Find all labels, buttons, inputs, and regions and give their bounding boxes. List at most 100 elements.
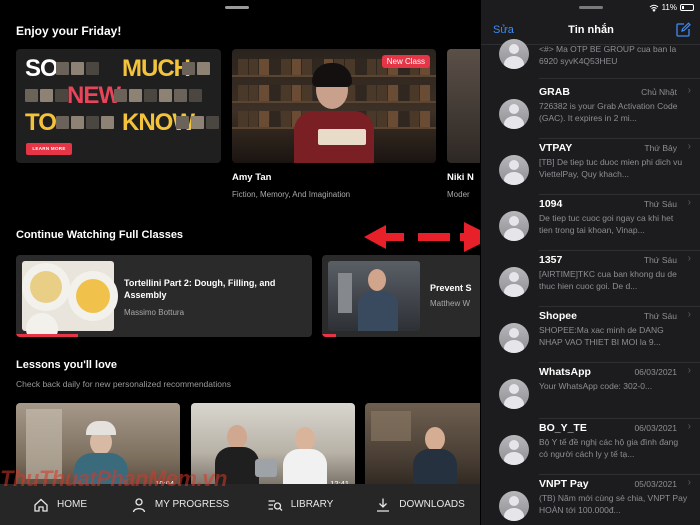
tab-library[interactable]: LIBRARY — [240, 484, 360, 525]
continue-thumbnail — [22, 261, 118, 337]
message-preview: SHOPEE:Ma xac minh de DANG NHAP VAO THIE… — [539, 325, 664, 347]
chevron-right-icon: › — [687, 365, 691, 376]
chevron-right-icon: › — [687, 309, 691, 320]
avatar — [499, 491, 529, 521]
wifi-icon — [649, 4, 658, 12]
continue-title: Prevent S — [430, 283, 472, 293]
message-time: 06/03/2021 — [634, 423, 677, 433]
lesson-card[interactable]: 10:04 — [16, 403, 180, 493]
avatar — [499, 211, 529, 241]
chevron-right-icon: › — [687, 421, 691, 432]
chevron-right-icon: › — [687, 141, 691, 152]
tab-my-progress[interactable]: MY PROGRESS — [120, 484, 240, 525]
lesson-card[interactable] — [365, 403, 480, 493]
message-item[interactable]: Shopee Thứ Sáu › SHOPEE:Ma xac minh de D… — [481, 307, 700, 363]
message-item[interactable]: GRAB Chủ Nhật › 726382 is your Grab Acti… — [481, 83, 700, 139]
promo-word-much: MUCH — [122, 55, 191, 82]
class-card-title: Amy Tan — [232, 172, 272, 183]
battery-percent: 11% — [661, 3, 677, 12]
continue-progress-bar — [16, 334, 78, 337]
message-preview: Your WhatsApp code: 302-0... — [539, 381, 653, 391]
message-item[interactable]: BO_Y_TE 06/03/2021 › Bộ Y tế đề nghị các… — [481, 419, 700, 475]
sender-name: VNPT Pay — [539, 478, 589, 490]
message-time: Thứ Sáu — [643, 199, 677, 209]
message-preview: [AIRTIME]TKC cua ban khong du de thuc hi… — [539, 269, 677, 291]
tab-label: MY PROGRESS — [154, 499, 230, 510]
continue-title: Tortellini Part 2: Dough, Filling, and A… — [124, 278, 276, 300]
avatar — [499, 379, 529, 409]
sender-name: BO_Y_TE — [539, 422, 587, 434]
class-card-subtitle: Moder — [447, 190, 470, 199]
message-preview: Bộ Y tế đề nghị các hộ gia đình đang có … — [539, 437, 679, 459]
avatar — [499, 39, 529, 69]
sender-name: GRAB — [539, 86, 570, 98]
sender-name: 1357 — [539, 254, 563, 266]
learn-more-button[interactable]: LEARN MORE — [26, 143, 72, 155]
multitasking-grabber[interactable] — [579, 6, 603, 9]
lesson-card[interactable]: 12:41 — [191, 403, 355, 493]
home-icon — [34, 498, 48, 512]
new-class-badge: New Class — [381, 55, 430, 68]
avatar — [499, 267, 529, 297]
message-preview: De tiep tuc cuoc goi ngay ca khi het tie… — [539, 213, 674, 235]
promo-word-to: TO — [25, 109, 57, 136]
message-item[interactable]: <#> Ma OTP BE GROUP cua ban la 6920 syvK… — [481, 23, 700, 79]
avatar — [499, 323, 529, 353]
tab-label: DOWNLOADS — [399, 499, 465, 510]
row-divider — [539, 78, 700, 79]
status-bar: 11% — [649, 3, 694, 12]
avatar — [499, 155, 529, 185]
chevron-right-icon: › — [687, 197, 691, 208]
message-time: 06/03/2021 — [634, 367, 677, 377]
section-title-continue: Continue Watching Full Classes — [16, 229, 184, 241]
class-card-subtitle: Fiction, Memory, And Imagination — [232, 190, 351, 199]
sender-name: 1094 — [539, 198, 563, 210]
message-item[interactable]: 1357 Thứ Sáu › [AIRTIME]TKC cua ban khon… — [481, 251, 700, 307]
section-title-featured: Enjoy your Friday! — [16, 24, 122, 38]
message-time: 05/03/2021 — [634, 479, 677, 489]
class-card-niki[interactable] — [447, 49, 480, 163]
message-time: Thứ Bảy — [644, 143, 677, 153]
battery-icon — [680, 4, 694, 11]
chevron-right-icon: › — [687, 253, 691, 264]
multitasking-grabber[interactable] — [225, 6, 249, 9]
sender-name: Shopee — [539, 310, 577, 322]
messages-app: 11% Sửa Tin nhắn <#> Ma OTP BE GROUP cua… — [480, 0, 700, 525]
masterclass-app: Enjoy your Friday! SO MUCH NEW TO KNOW L… — [0, 0, 480, 525]
message-item[interactable]: VTPAY Thứ Bảy › [TB] De tiep tuc duoc mi… — [481, 139, 700, 195]
featured-promo-card[interactable]: SO MUCH NEW TO KNOW LEARN MORE — [16, 49, 221, 163]
message-item[interactable]: 1094 Thứ Sáu › De tiep tuc cuoc goi ngay… — [481, 195, 700, 251]
promo-word-so: SO — [25, 55, 59, 82]
continue-instructor: Matthew W — [430, 299, 471, 308]
tab-downloads[interactable]: DOWNLOADS — [360, 484, 480, 525]
section-title-lessons: Lessons you'll love — [16, 359, 118, 371]
avatar — [499, 99, 529, 129]
sender-name: WhatsApp — [539, 366, 591, 378]
download-icon — [377, 498, 390, 512]
library-icon — [268, 499, 283, 511]
tab-label: LIBRARY — [290, 499, 334, 510]
continue-card-tortellini[interactable]: Tortellini Part 2: Dough, Filling, and A… — [16, 255, 312, 337]
chevron-right-icon: › — [687, 477, 691, 488]
bottom-tab-bar: HOME MY PROGRESS LIBRARY DOWNLOADS — [0, 484, 480, 525]
message-item[interactable]: VNPT Pay 05/03/2021 › (TB) Năm mới cùng … — [481, 475, 700, 525]
message-time: Thứ Sáu — [643, 311, 677, 321]
lessons-subtitle: Check back daily for new personalized re… — [16, 379, 231, 389]
person-icon — [132, 497, 146, 512]
avatar — [499, 435, 529, 465]
continue-progress-bar — [322, 334, 336, 337]
message-preview: 726382 is your Grab Activation Code (GAC… — [539, 101, 678, 123]
message-time: Chủ Nhật — [641, 87, 677, 97]
tab-label: HOME — [57, 499, 87, 510]
continue-card-prevent[interactable]: Prevent S Matthew W — [322, 255, 480, 337]
promo-word-new: NEW — [67, 82, 121, 109]
sender-name: VTPAY — [539, 142, 573, 154]
class-card-title: Niki N — [447, 172, 474, 183]
tab-home[interactable]: HOME — [0, 484, 120, 525]
continue-thumbnail — [328, 261, 420, 331]
continue-instructor: Massimo Bottura — [124, 308, 185, 317]
message-preview: <#> Ma OTP BE GROUP cua ban la 6920 syvK… — [539, 44, 677, 66]
class-card-amy-tan[interactable]: New Class — [232, 49, 436, 163]
message-preview: [TB] De tiep tuc duoc mien phi dich vu V… — [539, 157, 683, 179]
message-item[interactable]: WhatsApp 06/03/2021 › Your WhatsApp code… — [481, 363, 700, 419]
